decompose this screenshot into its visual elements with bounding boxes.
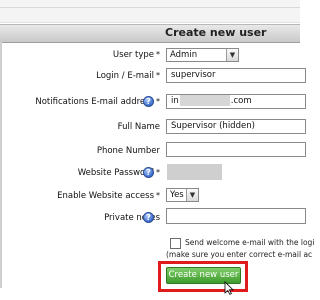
panel-border	[0, 42, 2, 288]
chevron-down-icon: ▼	[186, 189, 198, 201]
phone-label: Phone Number	[96, 146, 160, 156]
mouse-pointer-icon	[224, 281, 234, 295]
phone-input[interactable]	[166, 142, 306, 157]
redacted-block	[179, 95, 230, 106]
welcome-email-checkbox[interactable]	[170, 238, 181, 249]
notifications-email-label: Notifications E-mail address *	[35, 97, 160, 107]
private-notes-input[interactable]	[166, 208, 306, 224]
help-icon[interactable]: ?	[143, 212, 154, 223]
top-divider	[0, 7, 300, 8]
website-password-redacted[interactable]	[167, 164, 222, 180]
top-bar	[0, 0, 300, 23]
section-header: Create new user	[0, 24, 300, 43]
full-name-input[interactable]: Supervisor (hidden)	[166, 119, 306, 134]
user-type-select[interactable]: Admin ▼	[166, 48, 239, 62]
welcome-email-label: Send welcome e-mail with the logi	[185, 238, 315, 247]
login-input[interactable]: supervisor	[166, 68, 306, 83]
user-type-label: User type *	[112, 50, 160, 60]
full-name-label: Full Name	[117, 122, 160, 132]
help-icon[interactable]: ?	[143, 167, 154, 178]
chevron-down-icon: ▼	[226, 49, 238, 61]
user-type-value: Admin	[170, 50, 198, 60]
website-access-value: Yes	[170, 190, 184, 200]
website-access-label: Enable Website access *	[57, 191, 160, 201]
login-label: Login / E-mail *	[96, 71, 160, 81]
notifications-email-input[interactable]: in .com	[166, 94, 306, 109]
welcome-email-hint: (make sure you enter correct e-mail ac	[166, 250, 313, 259]
help-icon[interactable]: ?	[143, 96, 154, 107]
page-title: Create new user	[165, 26, 267, 39]
website-access-select[interactable]: Yes ▼	[166, 188, 199, 202]
